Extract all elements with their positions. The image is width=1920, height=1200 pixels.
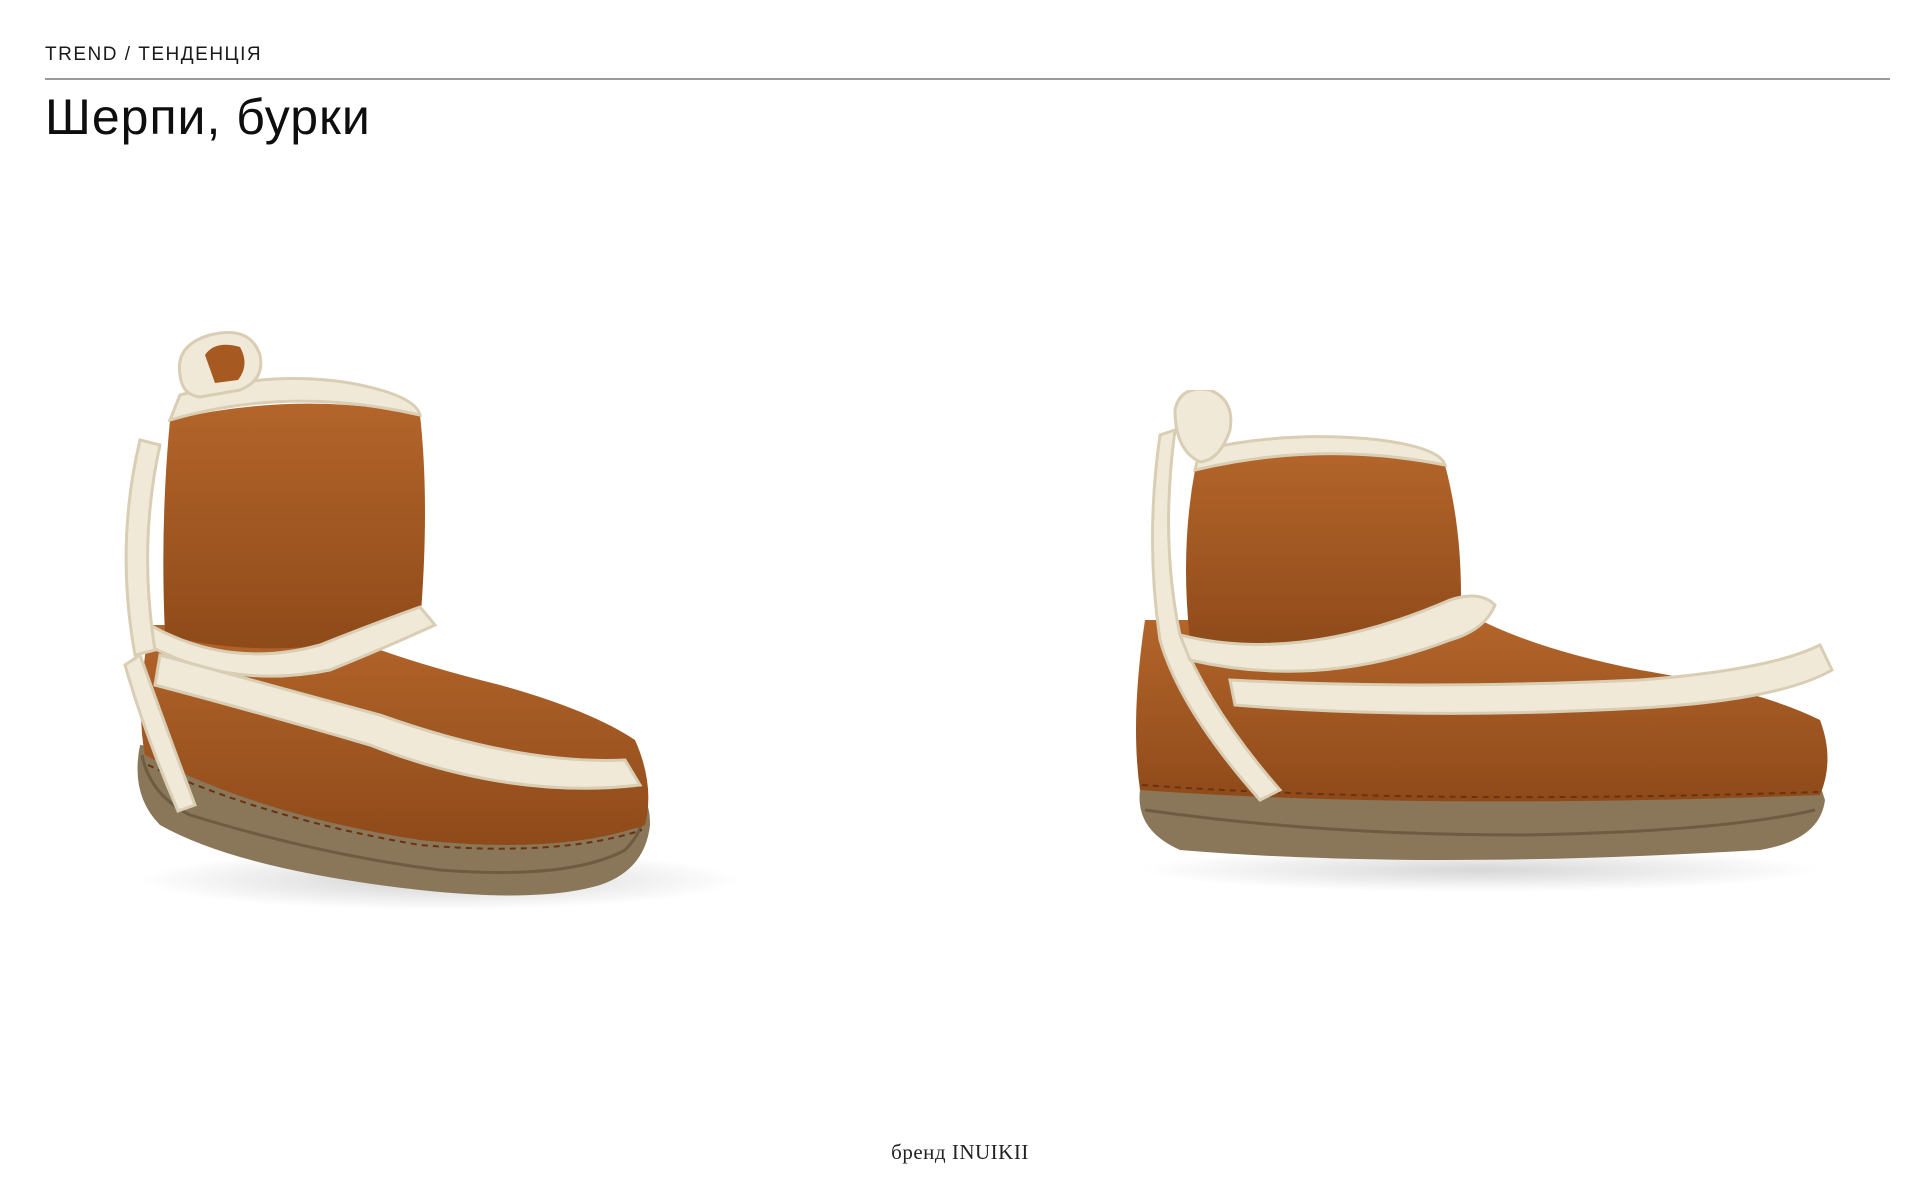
page-title: Шерпи, бурки bbox=[45, 89, 371, 145]
product-image-right bbox=[1120, 390, 1840, 910]
kicker: TREND / ТЕНДЕНЦІЯ bbox=[45, 44, 263, 65]
product-image-left bbox=[120, 325, 770, 925]
boot-three-quarter-view-icon bbox=[123, 331, 740, 910]
header-divider bbox=[45, 78, 1890, 80]
boot-side-view-icon bbox=[1136, 390, 1834, 892]
brand-caption: бренд INUIKII bbox=[891, 1140, 1029, 1164]
